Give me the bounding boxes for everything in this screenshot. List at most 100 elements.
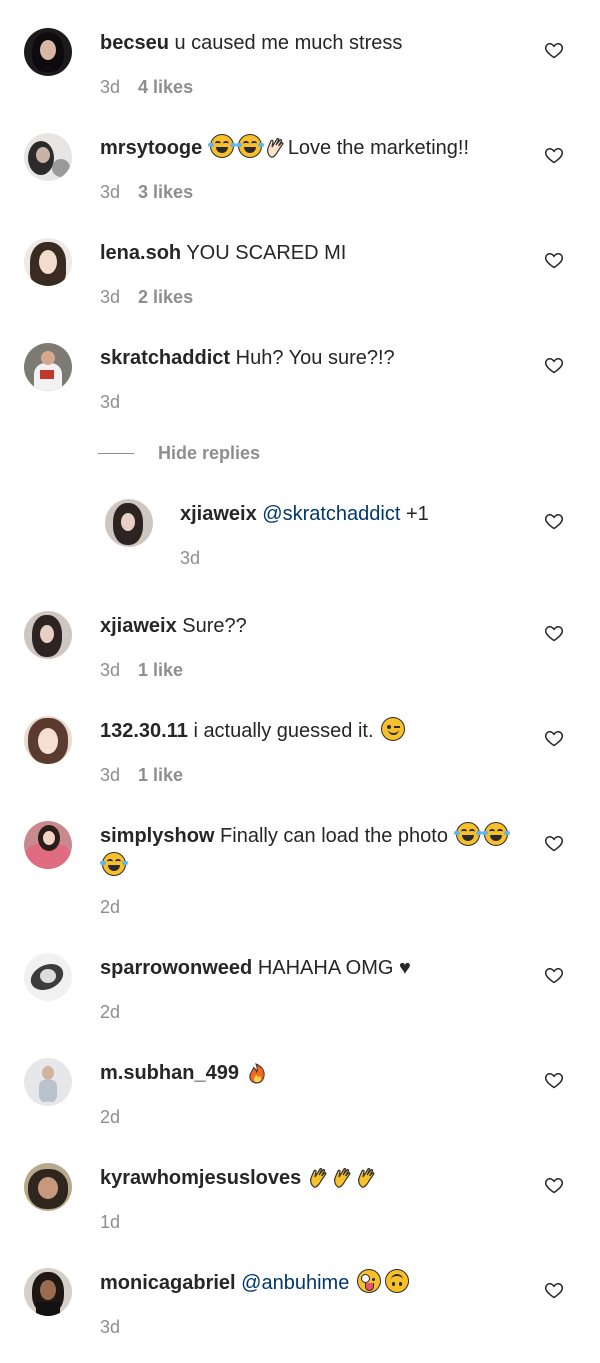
- timestamp[interactable]: 3d: [100, 287, 120, 307]
- comment-text: sparrowonweed HAHAHA OMG ♥: [100, 953, 520, 983]
- clapping-hands-icon: [357, 1167, 375, 1188]
- username[interactable]: sparrowonweed: [100, 957, 252, 979]
- comment-meta: 3d: [180, 547, 200, 569]
- comment-text: lena.soh YOU SCARED MI: [100, 238, 520, 268]
- comment-meta: 3d 1 like: [100, 659, 183, 681]
- comment-text: simplyshow Finally can load the photo: [100, 821, 520, 881]
- timestamp[interactable]: 3d: [100, 182, 120, 202]
- clapping-hands-icon: [333, 1167, 351, 1188]
- heart-outline-icon[interactable]: [544, 145, 564, 165]
- heart-outline-icon[interactable]: [544, 1070, 564, 1090]
- winking-face-icon: [381, 717, 406, 741]
- comment-text: becseu u caused me much stress: [100, 28, 520, 58]
- avatar[interactable]: [24, 1058, 72, 1106]
- replies-divider: [98, 452, 134, 454]
- comment-meta: 2d: [100, 1106, 120, 1128]
- like-count[interactable]: 1 like: [138, 660, 183, 680]
- timestamp[interactable]: 3d: [180, 548, 200, 568]
- timestamp[interactable]: 2d: [100, 1002, 120, 1022]
- heart-outline-icon[interactable]: [544, 833, 564, 853]
- username[interactable]: 132.30.11: [100, 720, 188, 742]
- comment-meta: 2d: [100, 896, 120, 918]
- face-with-tears-of-joy-icon: [235, 134, 264, 158]
- comment-body: Sure??: [182, 615, 247, 637]
- mention-link[interactable]: @anbuhime: [241, 1272, 349, 1294]
- comment-meta: 3d 4 likes: [100, 76, 193, 98]
- timestamp[interactable]: 3d: [100, 660, 120, 680]
- face-with-tears-of-joy-icon: [207, 134, 236, 158]
- comment-text: 132.30.11 i actually guessed it.: [100, 716, 520, 746]
- avatar[interactable]: [24, 238, 72, 286]
- username[interactable]: kyrawhomjesusloves: [100, 1167, 301, 1189]
- heart-outline-icon[interactable]: [544, 623, 564, 643]
- comment-meta: 3d 3 likes: [100, 181, 193, 203]
- comment-body: HAHAHA OMG ♥: [257, 957, 411, 979]
- heart-outline-icon[interactable]: [544, 965, 564, 985]
- like-count[interactable]: 2 likes: [138, 287, 193, 307]
- username[interactable]: xjiaweix: [180, 503, 257, 525]
- heart-outline-icon[interactable]: [544, 1175, 564, 1195]
- like-count[interactable]: 1 like: [138, 765, 183, 785]
- comment-text: mrsytooge Love the marketing!!: [100, 133, 520, 163]
- avatar[interactable]: [24, 343, 72, 391]
- avatar[interactable]: [24, 821, 72, 869]
- avatar[interactable]: [24, 133, 72, 181]
- comment-body: +1: [405, 503, 429, 525]
- comment-meta: 3d 2 likes: [100, 286, 193, 308]
- username[interactable]: m.subhan_499: [100, 1062, 239, 1084]
- zany-face-icon: [356, 1269, 381, 1293]
- timestamp[interactable]: 2d: [100, 897, 120, 917]
- mention-link[interactable]: @skratchaddict: [262, 503, 400, 525]
- timestamp[interactable]: 3d: [100, 765, 120, 785]
- comment-body: Love the marketing!!: [287, 137, 470, 159]
- comment-body: Finally can load the photo: [220, 825, 448, 847]
- avatar[interactable]: [24, 716, 72, 764]
- username[interactable]: becseu: [100, 32, 169, 54]
- timestamp[interactable]: 2d: [100, 1107, 120, 1127]
- comment-body: u caused me much stress: [174, 32, 403, 54]
- heart-outline-icon[interactable]: [544, 728, 564, 748]
- comment-text: kyrawhomjesusloves: [100, 1163, 520, 1193]
- heart-outline-icon[interactable]: [544, 355, 564, 375]
- comment-text: xjiaweix Sure??: [100, 611, 520, 641]
- face-with-tears-of-joy-icon: [100, 852, 128, 876]
- like-count[interactable]: 3 likes: [138, 182, 193, 202]
- like-count[interactable]: 4 likes: [138, 77, 193, 97]
- timestamp[interactable]: 3d: [100, 77, 120, 97]
- timestamp[interactable]: 1d: [100, 1212, 120, 1232]
- username[interactable]: mrsytooge: [100, 137, 202, 159]
- clapping-hands-icon: [266, 137, 284, 158]
- username[interactable]: simplyshow: [100, 825, 214, 847]
- avatar[interactable]: [24, 1268, 72, 1316]
- avatar[interactable]: [24, 953, 72, 1001]
- username[interactable]: monicagabriel: [100, 1272, 236, 1294]
- avatar[interactable]: [105, 499, 153, 547]
- comment-text: xjiaweix @skratchaddict +1: [180, 499, 520, 529]
- upside-down-face-icon: [384, 1269, 409, 1293]
- clapping-hands-icon: [309, 1167, 327, 1188]
- username[interactable]: lena.soh: [100, 242, 181, 264]
- comment-body: Huh? You sure?!?: [235, 347, 395, 369]
- comment-text: monicagabriel @anbuhime: [100, 1268, 520, 1298]
- timestamp[interactable]: 3d: [100, 392, 120, 412]
- hide-replies-label[interactable]: Hide replies: [158, 443, 260, 464]
- username[interactable]: xjiaweix: [100, 615, 177, 637]
- comment-meta: 2d: [100, 1001, 120, 1023]
- heart-outline-icon[interactable]: [544, 1280, 564, 1300]
- heart-outline-icon[interactable]: [544, 511, 564, 531]
- hide-replies-button[interactable]: Hide replies: [98, 440, 260, 466]
- avatar[interactable]: [24, 611, 72, 659]
- heart-outline-icon[interactable]: [544, 250, 564, 270]
- timestamp[interactable]: 3d: [100, 1317, 120, 1337]
- username[interactable]: skratchaddict: [100, 347, 230, 369]
- comment-meta: 3d: [100, 391, 120, 413]
- fire-icon: [248, 1063, 265, 1084]
- avatar[interactable]: [24, 1163, 72, 1211]
- face-with-tears-of-joy-icon: [453, 822, 482, 846]
- comment-body: i actually guessed it.: [193, 720, 374, 742]
- avatar[interactable]: [24, 28, 72, 76]
- comment-meta: 1d: [100, 1211, 120, 1233]
- comment-meta: 3d 1 like: [100, 764, 183, 786]
- heart-outline-icon[interactable]: [544, 40, 564, 60]
- comment-text: skratchaddict Huh? You sure?!?: [100, 343, 520, 373]
